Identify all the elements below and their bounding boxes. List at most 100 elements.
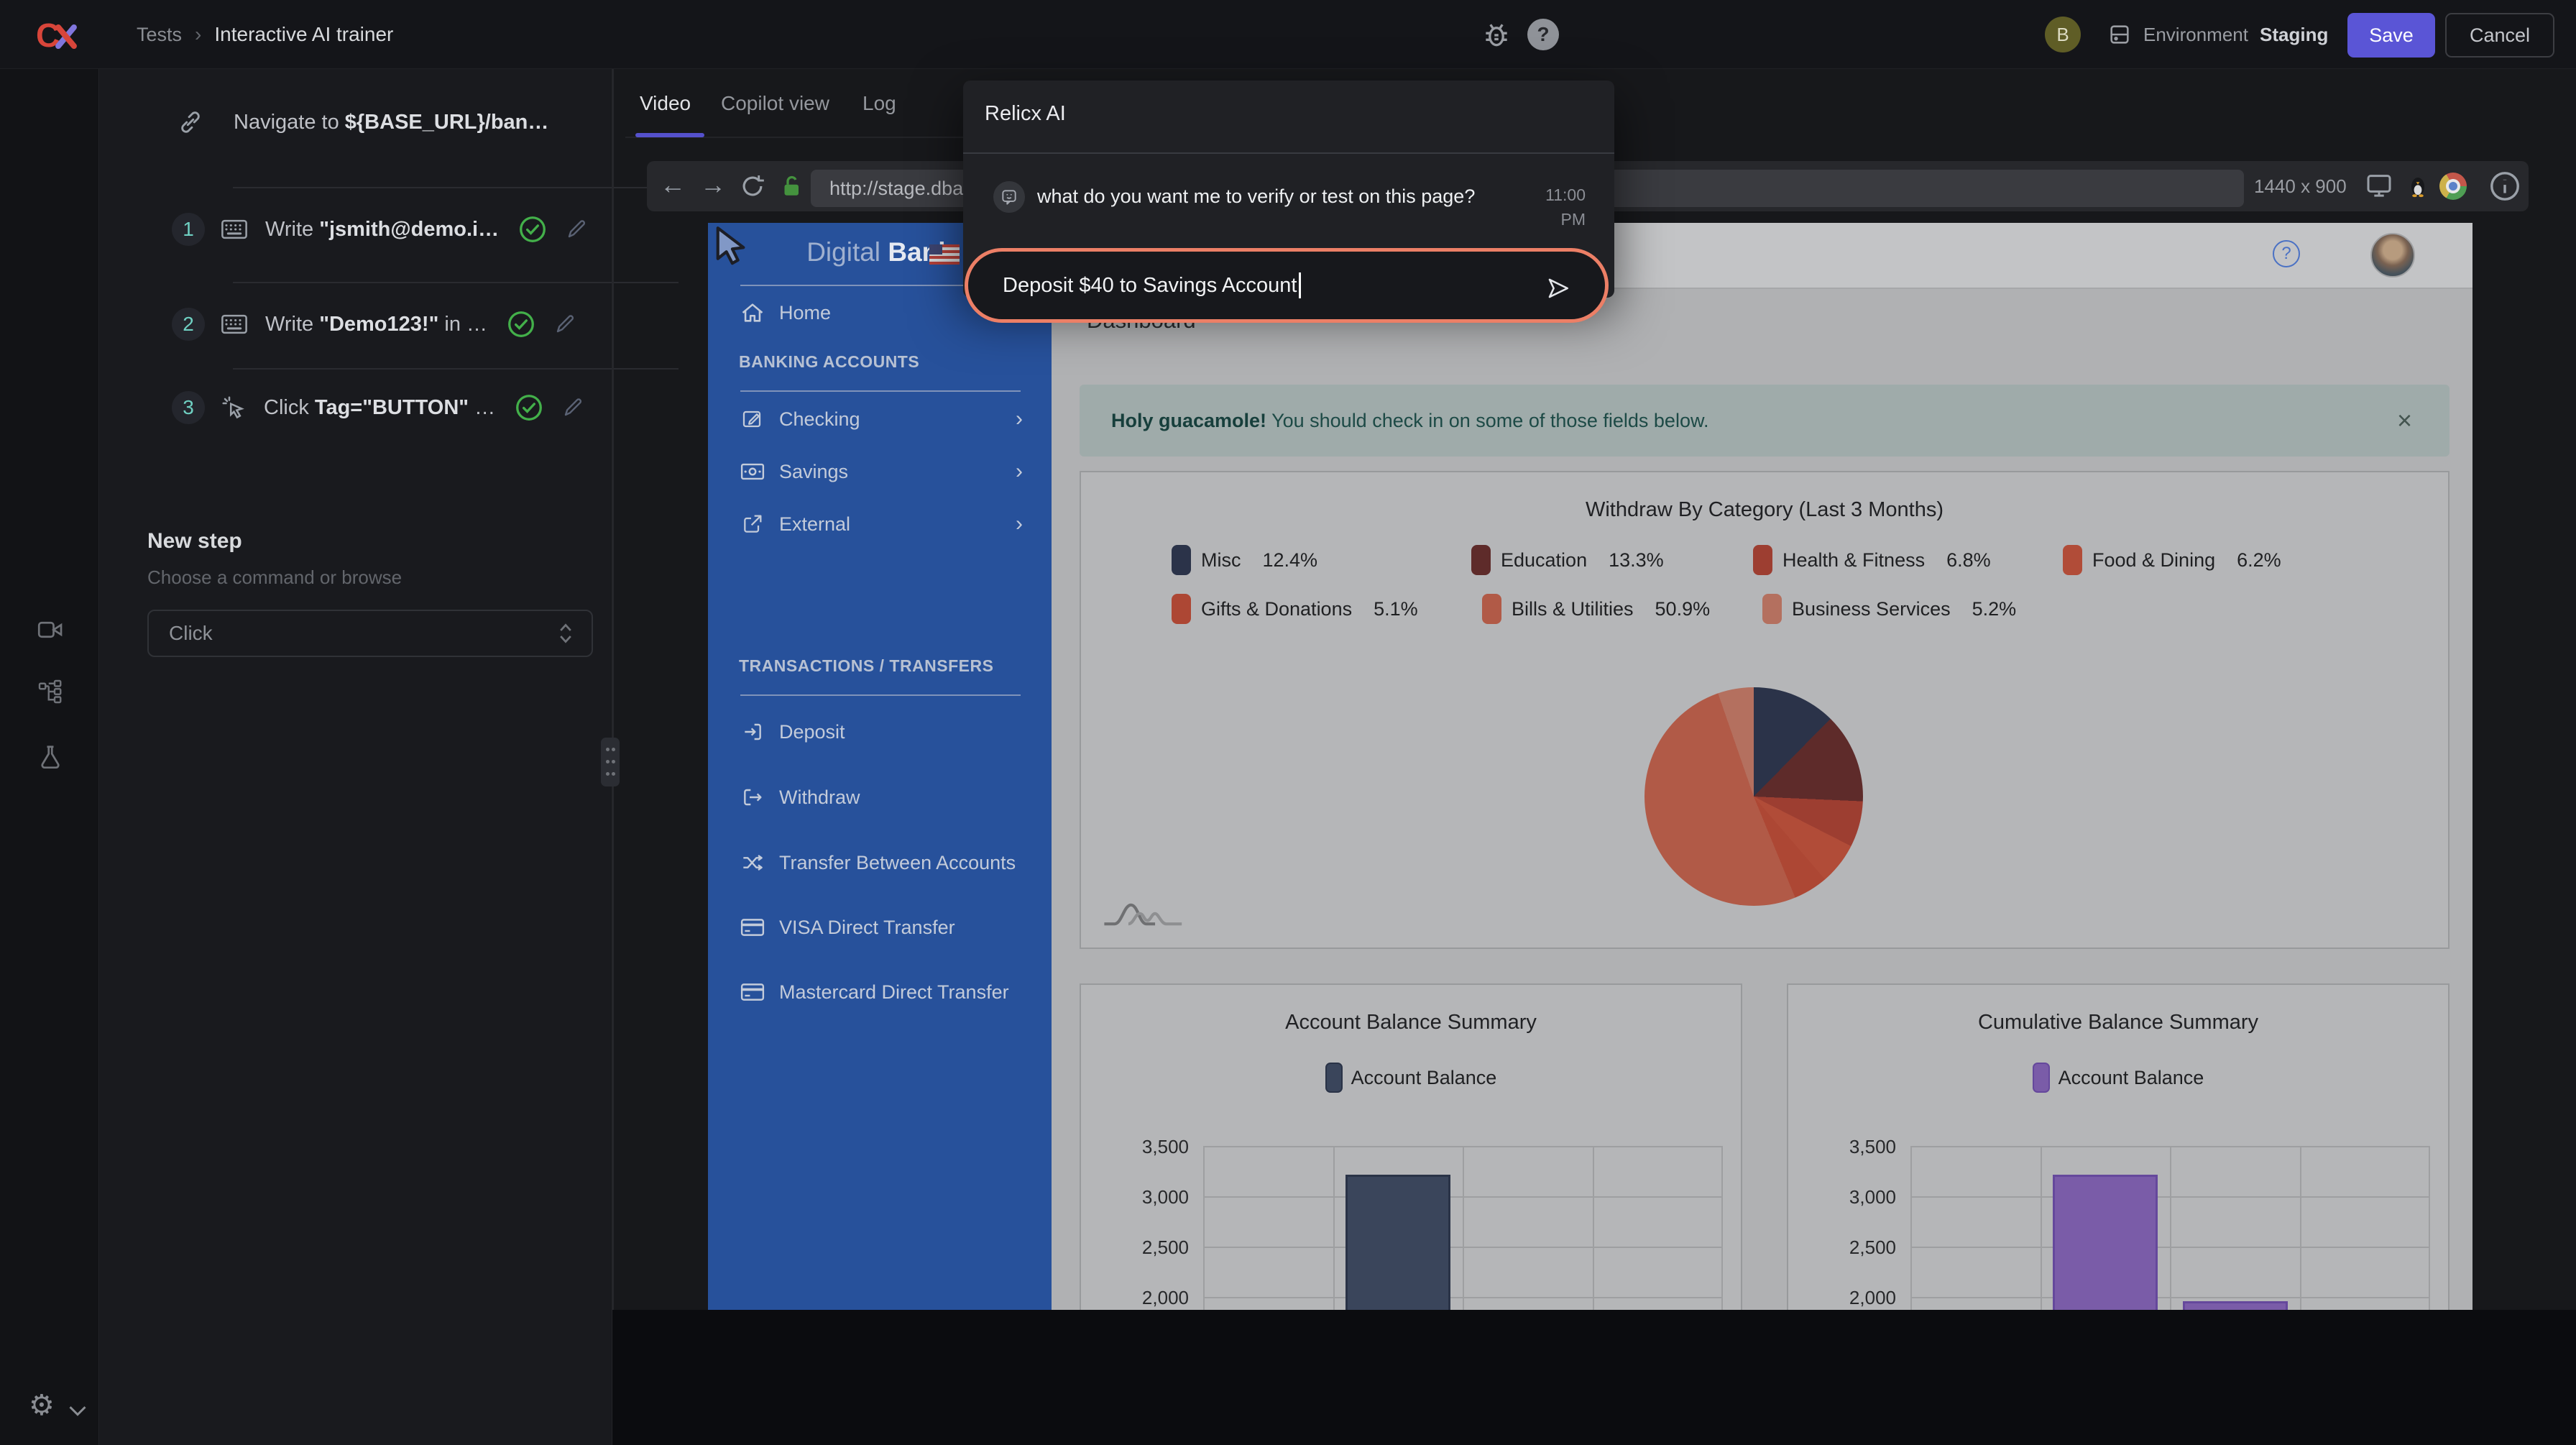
steps-panel: Navigate to ${BASE_URL}/ban… 1 Write "js… [100,69,611,1445]
bank-nav-mastercard-direct-transfer[interactable]: Mastercard Direct Transfer [708,976,1052,1008]
breadcrumb: Tests › Interactive AI trainer [137,22,393,47]
flask-icon[interactable] [37,743,63,771]
edit-pencil-icon[interactable] [561,396,584,419]
left-icon-rail: ⚙ + [0,69,99,1445]
user-avatar[interactable]: B [2045,17,2081,52]
shuffle-icon [740,851,765,874]
monitor-icon[interactable] [2365,171,2393,200]
tab-log[interactable]: Log [862,92,896,115]
new-step-subtitle: Choose a command or browse [147,566,402,589]
bank-nav-deposit[interactable]: Deposit [708,716,1052,748]
step-number-badge: 3 [172,391,205,424]
legend-item-gifts-donations[interactable]: Gifts & Donations5.1% [1172,593,1418,625]
navigate-step-row[interactable]: Navigate to ${BASE_URL}/ban… [100,96,611,148]
command-select-value: Click [169,622,213,645]
home-icon [740,302,765,324]
divider [740,694,1021,696]
tab-copilot-view[interactable]: Copilot view [721,92,829,115]
chevron-right-icon: › [1016,407,1023,431]
legend-item-business-services[interactable]: Business Services5.2% [1762,593,2016,625]
environment-label: Environment [2143,24,2248,46]
reload-icon[interactable] [739,173,766,200]
pie-chart-title: Withdraw By Category (Last 3 Months) [1081,498,2448,522]
legend-item-food-dining[interactable]: Food & Dining6.2% [2063,544,2281,576]
bank-user-avatar[interactable] [2370,233,2415,277]
chevron-down-icon[interactable] [68,1405,88,1418]
bar-chart-title: Cumulative Balance Summary [1788,1011,2448,1035]
bank-nav-savings[interactable]: Savings› [708,456,1052,487]
step-row-2[interactable]: 2 Write "Demo123!" in … [100,290,611,358]
legend-item-misc[interactable]: Misc12.4% [1172,544,1317,576]
bank-nav-checking[interactable]: Checking› [708,403,1052,435]
y-tick: 3,000 [1788,1186,1896,1208]
y-tick: 3,500 [1081,1136,1189,1158]
edit-pencil-icon[interactable] [565,218,588,241]
environment-value[interactable]: Staging [2260,24,2328,46]
info-icon[interactable] [2488,170,2521,203]
credit-card-icon [740,917,765,937]
account-balance-summary-card: Account Balance Summary Account Balance … [1080,983,1742,1310]
help-icon[interactable]: ? [1527,19,1559,50]
linux-tux-icon [2405,173,2431,200]
sign-out-arrow-icon [740,786,765,809]
bank-section-title: BANKING ACCOUNTS [739,352,919,372]
sparkline-icon[interactable] [1103,893,1185,927]
bank-nav-external[interactable]: External› [708,508,1052,540]
back-arrow-icon[interactable]: ← [660,170,686,200]
cancel-button[interactable]: Cancel [2445,13,2554,58]
bar-chart-legend[interactable]: Account Balance [1788,1063,2448,1093]
bank-nav-visa-direct-transfer[interactable]: VISA Direct Transfer [708,912,1052,943]
y-tick: 2,500 [1081,1237,1189,1259]
command-select[interactable]: Click [147,610,593,657]
link-icon [178,109,203,135]
active-tab-underline [635,133,704,137]
pencil-square-icon [740,408,765,431]
breadcrumb-tests[interactable]: Tests [137,24,182,46]
settings-gear-icon[interactable]: ⚙ [29,1389,55,1422]
panel-resizer-handle[interactable] [601,738,620,786]
bank-nav-withdraw[interactable]: Withdraw [708,781,1052,813]
video-viewport[interactable]: Digital Bank Home BANKING ACCOUNTS Check… [708,223,2472,1310]
tab-video[interactable]: Video [640,92,691,115]
bar-chart-legend[interactable]: Account Balance [1081,1063,1741,1093]
chevron-right-icon: › [1016,459,1023,484]
flow-tree-icon[interactable] [37,679,63,705]
legend-item-education[interactable]: Education13.3% [1471,544,1664,576]
step-success-check-icon [514,393,544,423]
chat-timestamp: 11:00PM [1521,183,1586,231]
alert-text: Holy guacamole! You should check in on s… [1111,410,1708,432]
view-tabs: Video Copilot view Log [625,69,963,138]
step-row-1[interactable]: 1 Write "jsmith@demo.i… [100,196,611,263]
send-icon[interactable] [1546,276,1570,301]
bank-nav-transfer-between-accounts[interactable]: Transfer Between Accounts [708,847,1052,879]
chat-message: what do you want me to verify or test on… [1037,185,1475,208]
y-tick: 2,000 [1081,1287,1189,1309]
bar-cumulative-balance-2 [2183,1301,2288,1310]
video-camera-icon[interactable] [37,618,63,641]
us-flag-icon[interactable] [929,244,960,265]
new-step-title: New step [147,529,242,554]
forward-arrow-icon[interactable]: → [700,170,726,200]
bank-help-icon[interactable]: ? [2273,240,2300,267]
y-tick: 2,000 [1788,1287,1896,1309]
step-label: Write "Demo123!" in … [265,313,487,336]
sign-in-arrow-icon [740,720,765,743]
bar-chart-title: Account Balance Summary [1081,1011,1741,1035]
cx-logo[interactable]: C [36,19,101,52]
alert-close-icon[interactable]: × [2397,405,2412,436]
save-button[interactable]: Save [2347,13,2435,58]
legend-item-bills-utilities[interactable]: Bills & Utilities50.9% [1482,593,1710,625]
app-window: C Tests › Interactive AI trainer ? B Env… [0,0,2576,1445]
edit-pencil-icon[interactable] [553,313,576,336]
text-caret [1299,272,1301,298]
padlock-unlocked-icon[interactable] [779,173,805,200]
step-row-3[interactable]: 3 Click Tag="BUTTON" … [100,374,611,441]
keyboard-icon [221,219,248,240]
pie-chart [1644,687,1863,906]
legend-item-health-fitness[interactable]: Health & Fitness6.8% [1753,544,1991,576]
divider [963,152,1614,154]
step-number-badge: 2 [172,308,205,341]
chat-input[interactable]: Deposit $40 to Savings Account [965,248,1609,323]
bug-icon[interactable] [1481,17,1512,52]
select-chevrons-icon [558,623,573,644]
